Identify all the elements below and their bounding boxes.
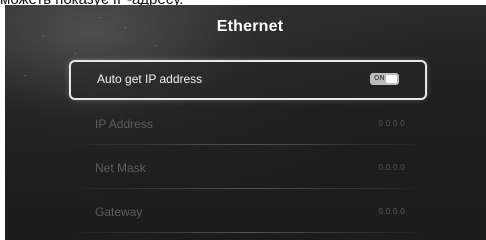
net-mask-row[interactable]: Net Mask 0.0.0.0 <box>69 149 427 189</box>
row-divider <box>69 232 427 233</box>
row-divider <box>69 188 427 189</box>
net-mask-value: 0.0.0.0 <box>378 163 405 172</box>
page-title: Ethernet <box>216 18 284 35</box>
gateway-value: 0.0.0.0 <box>378 207 405 216</box>
toggle-switch-icon <box>386 75 397 83</box>
row-divider <box>69 144 427 145</box>
auto-ip-toggle[interactable]: ON <box>370 73 399 85</box>
ip-address-label: IP Address <box>95 117 153 131</box>
net-mask-label: Net Mask <box>95 161 146 175</box>
ip-address-row[interactable]: IP Address 0.0.0.0 <box>69 105 427 145</box>
gateway-row[interactable]: Gateway 0.0.0.0 <box>69 193 427 233</box>
gateway-label: Gateway <box>95 205 143 219</box>
auto-ip-row[interactable]: Auto get IP address ON <box>69 60 427 100</box>
auto-ip-label: Auto get IP address <box>97 72 203 86</box>
ethernet-settings-screen: Ethernet Auto get IP address ON IP Addre… <box>5 5 486 240</box>
ip-address-value: 0.0.0.0 <box>378 119 405 128</box>
toggle-on-label: ON <box>374 75 385 82</box>
